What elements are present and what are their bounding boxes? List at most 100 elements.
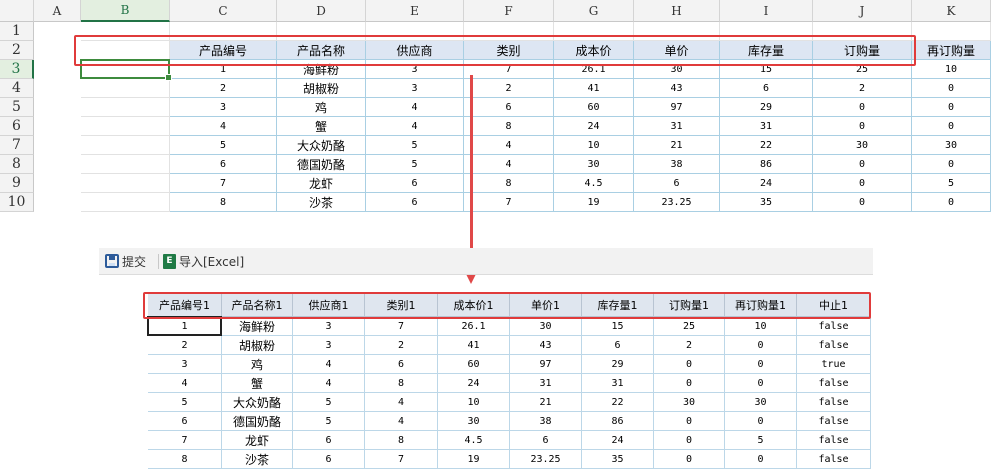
sheet-cell[interactable]: 30 (912, 136, 991, 155)
grid-cell[interactable]: 38 (510, 412, 582, 431)
sheet-cell[interactable]: 4 (366, 98, 464, 117)
sheet-cell[interactable]: 0 (813, 193, 912, 212)
column-header-i[interactable]: I (720, 0, 813, 22)
grid-cell[interactable]: 6 (293, 431, 365, 450)
sheet-cell[interactable]: 0 (813, 155, 912, 174)
row-header-1[interactable]: 1 (0, 22, 34, 41)
sheet-cell[interactable]: 6 (634, 174, 720, 193)
sheet-cell[interactable]: 35 (720, 193, 813, 212)
sheet-cell[interactable]: 2 (464, 79, 554, 98)
sheet-cell[interactable]: 8 (464, 117, 554, 136)
grid-cell[interactable]: 7 (365, 317, 438, 336)
sheet-cell[interactable] (81, 174, 170, 193)
grid-cell[interactable]: 5 (725, 431, 797, 450)
sheet-cell[interactable]: 0 (912, 79, 991, 98)
sheet-cell[interactable] (81, 155, 170, 174)
sheet-cell[interactable]: 29 (720, 98, 813, 117)
sheet-cell[interactable]: 41 (554, 79, 634, 98)
grid-cell[interactable]: 86 (582, 412, 654, 431)
sheet-cell[interactable]: 8 (170, 193, 277, 212)
sheet-cell[interactable]: 7 (464, 193, 554, 212)
row-header-9[interactable]: 9 (0, 174, 34, 193)
grid-cell[interactable]: 2 (654, 336, 725, 355)
sheet-cell[interactable]: 6 (720, 79, 813, 98)
grid-cell[interactable]: 2 (148, 336, 222, 355)
grid-cell[interactable]: 沙茶 (222, 450, 293, 469)
sheet-cell[interactable]: 10 (554, 136, 634, 155)
grid-cell[interactable]: 31 (510, 374, 582, 393)
import-excel-button[interactable]: E 导入[Excel] (163, 252, 244, 270)
sheet-cell[interactable]: 4 (464, 136, 554, 155)
row-header-8[interactable]: 8 (0, 155, 34, 174)
sheet-cell[interactable]: 97 (634, 98, 720, 117)
grid-cell[interactable]: 4 (148, 374, 222, 393)
grid-cell[interactable]: false (797, 336, 871, 355)
sheet-cell[interactable]: 胡椒粉 (277, 79, 366, 98)
column-header-k[interactable]: K (912, 0, 991, 22)
submit-button[interactable]: 提交 (105, 252, 146, 270)
grid-cell[interactable]: 7 (365, 450, 438, 469)
column-header-h[interactable]: H (634, 0, 720, 22)
sheet-cell[interactable]: 蟹 (277, 117, 366, 136)
sheet-cell[interactable]: 30 (813, 136, 912, 155)
grid-cell[interactable]: 60 (438, 355, 510, 374)
sheet-cell[interactable]: 0 (912, 98, 991, 117)
row-header-3[interactable]: 3 (0, 60, 34, 79)
sheet-cell[interactable]: 5 (366, 136, 464, 155)
grid-cell[interactable]: 35 (582, 450, 654, 469)
sheet-cell[interactable]: 德国奶酪 (277, 155, 366, 174)
sheet-cell[interactable]: 5 (912, 174, 991, 193)
sheet-cell[interactable] (81, 79, 170, 98)
grid-cell[interactable]: 4 (365, 393, 438, 412)
grid-cell[interactable]: 鸡 (222, 355, 293, 374)
select-all-corner[interactable] (0, 0, 34, 22)
grid-cell[interactable]: 4 (293, 374, 365, 393)
sheet-cell[interactable]: 0 (813, 98, 912, 117)
column-header-b[interactable]: B (81, 0, 170, 22)
sheet-cell[interactable]: 23.25 (634, 193, 720, 212)
grid-cell[interactable]: 30 (438, 412, 510, 431)
sheet-cell[interactable]: 21 (634, 136, 720, 155)
column-header-a[interactable]: A (34, 0, 81, 22)
grid-cell[interactable]: 24 (438, 374, 510, 393)
sheet-cell[interactable]: 24 (720, 174, 813, 193)
grid-cell[interactable]: 23.25 (510, 450, 582, 469)
column-header-j[interactable]: J (813, 0, 912, 22)
sheet-cell[interactable]: 7 (170, 174, 277, 193)
grid-cell[interactable]: 5 (148, 393, 222, 412)
grid-cell[interactable]: 29 (582, 355, 654, 374)
grid-cell[interactable]: 0 (725, 336, 797, 355)
grid-cell[interactable]: 2 (365, 336, 438, 355)
grid-cell[interactable]: 3 (293, 317, 365, 336)
column-header-f[interactable]: F (464, 0, 554, 22)
sheet-cell[interactable]: 2 (813, 79, 912, 98)
grid-cell[interactable]: false (797, 431, 871, 450)
grid-cell[interactable]: 0 (654, 412, 725, 431)
grid-cell[interactable]: 0 (654, 374, 725, 393)
grid-cell[interactable]: true (797, 355, 871, 374)
sheet-cell[interactable]: 43 (634, 79, 720, 98)
sheet-cell[interactable]: 0 (912, 155, 991, 174)
sheet-cell[interactable]: 31 (720, 117, 813, 136)
grid-cell[interactable]: 30 (654, 393, 725, 412)
grid-cell[interactable]: 0 (725, 450, 797, 469)
grid-cell[interactable]: 8 (365, 431, 438, 450)
fill-handle[interactable] (165, 74, 172, 81)
sheet-cell[interactable]: 大众奶酪 (277, 136, 366, 155)
grid-cell[interactable]: 0 (654, 431, 725, 450)
grid-cell[interactable]: 22 (582, 393, 654, 412)
grid-cell[interactable]: 41 (438, 336, 510, 355)
grid-cell[interactable]: 8 (365, 374, 438, 393)
grid-cell[interactable]: false (797, 317, 871, 336)
sheet-cell[interactable]: 60 (554, 98, 634, 117)
grid-cell[interactable]: 10 (725, 317, 797, 336)
grid-cell[interactable]: 大众奶酪 (222, 393, 293, 412)
grid-cell[interactable]: 7 (148, 431, 222, 450)
grid-cell[interactable]: 胡椒粉 (222, 336, 293, 355)
sheet-cell[interactable] (81, 117, 170, 136)
sheet-cell[interactable]: 5 (366, 155, 464, 174)
sheet-cell[interactable]: 24 (554, 117, 634, 136)
grid-cell[interactable]: 0 (725, 374, 797, 393)
grid-cell[interactable]: 德国奶酪 (222, 412, 293, 431)
grid-cell[interactable]: 0 (725, 355, 797, 374)
